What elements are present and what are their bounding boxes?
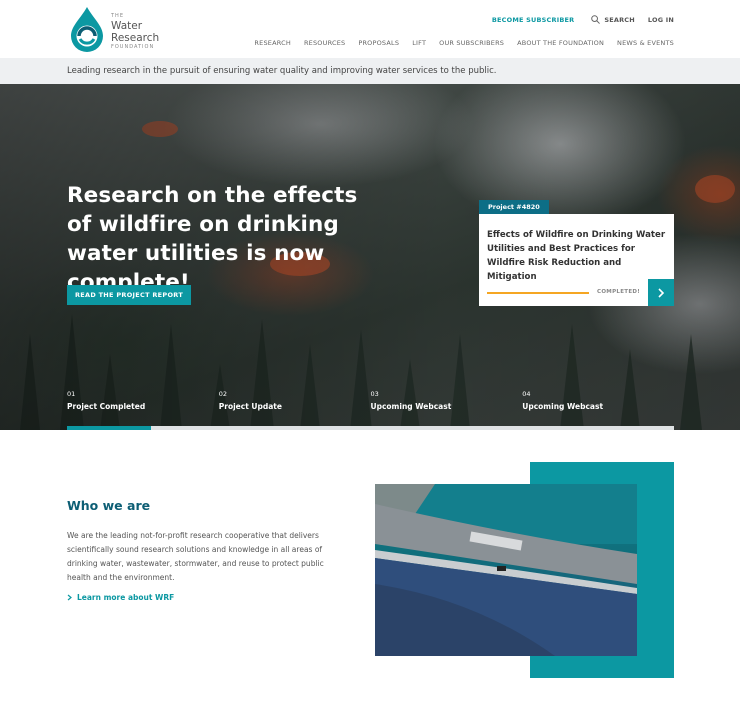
slide-label: Project Completed [67,402,146,411]
nav-research[interactable]: RESEARCH [254,39,291,47]
main-nav: RESEARCH RESOURCES PROPOSALS LIFT OUR SU… [241,39,674,47]
hero-slide-tabs: 01 Project Completed 02 Project Update 0… [67,390,674,411]
logo-foundation: FOUNDATION [111,44,155,50]
dam-aerial-photo [375,484,637,656]
logo-the: THE [111,13,124,19]
nav-resources[interactable]: RESOURCES [304,39,345,47]
project-progress-bar [487,292,589,294]
slide-tab-4[interactable]: 04 Upcoming Webcast [522,390,674,411]
slide-progress-track [67,426,674,430]
project-number-badge: Project #4820 [479,200,549,214]
slide-tab-1[interactable]: 01 Project Completed [67,390,219,411]
chevron-right-icon [658,287,665,298]
slide-number: 03 [370,390,379,398]
hero-section: Research on the effects of wildfire on d… [0,84,740,430]
slide-label: Upcoming Webcast [370,402,452,411]
learn-more-link[interactable]: Learn more about WRF [67,593,174,602]
slide-label: Project Update [218,402,282,411]
slide-tab-2[interactable]: 02 Project Update [219,390,371,411]
logo-line2: Research [111,32,160,44]
nav-news-events[interactable]: NEWS & EVENTS [617,39,674,47]
logo[interactable]: THE Water Research FOUNDATION [67,6,159,52]
slide-tab-3[interactable]: 03 Upcoming Webcast [371,390,523,411]
nav-our-subscribers[interactable]: OUR SUBSCRIBERS [439,39,504,47]
nav-lift[interactable]: LIFT [412,39,426,47]
site-header: THE Water Research FOUNDATION BECOME SUB… [0,0,740,58]
project-card-title[interactable]: Effects of Wildfire on Drinking Water Ut… [487,228,669,284]
slide-label: Upcoming Webcast [522,402,604,411]
slide-number: 02 [218,390,228,398]
dam-image [375,484,637,656]
project-progress-fill [487,292,589,294]
chevron-right-icon [67,594,72,601]
become-subscriber-link[interactable]: BECOME SUBSCRIBER [492,16,574,24]
read-project-report-button[interactable]: READ THE PROJECT REPORT [67,285,191,305]
project-next-button[interactable] [648,279,674,306]
utility-nav: BECOME SUBSCRIBER SEARCH LOG IN [492,15,674,24]
tagline-bar: Leading research in the pursuit of ensur… [0,58,740,84]
search-button[interactable]: SEARCH [591,15,635,24]
hero-title: Research on the effects of wildfire on d… [67,183,358,295]
logo-wordmark: THE Water Research FOUNDATION [111,14,159,50]
tagline-text: Leading research in the pursuit of ensur… [67,66,497,76]
search-icon [591,15,601,24]
learn-more-label: Learn more about WRF [77,593,175,602]
who-we-are-heading: Who we are [67,498,151,513]
login-link[interactable]: LOG IN [648,16,674,24]
who-we-are-body: We are the leading not-for-profit resear… [67,531,324,582]
water-drop-logo-icon [71,7,103,52]
project-status: COMPLETED! [597,289,641,295]
slide-number: 04 [522,390,531,398]
slide-number: 01 [67,390,76,398]
logo-line1: Water [111,20,143,32]
nav-proposals[interactable]: PROPOSALS [358,39,399,47]
nav-about-the-foundation[interactable]: ABOUT THE FOUNDATION [517,39,604,47]
project-card[interactable]: Effects of Wildfire on Drinking Water Ut… [479,214,674,306]
slide-progress-active [67,426,152,430]
search-label: SEARCH [604,15,635,24]
